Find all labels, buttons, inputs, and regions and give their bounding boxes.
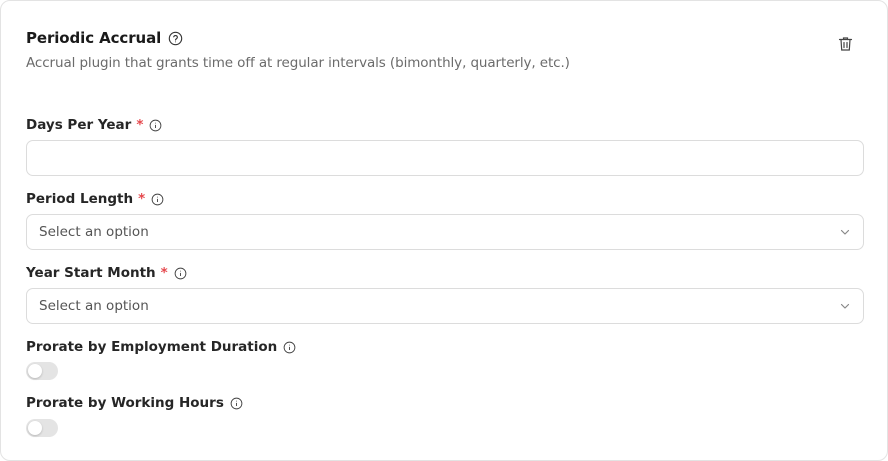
card-title: Periodic Accrual [26,29,162,47]
prorate-employment-toggle[interactable] [26,362,58,380]
info-icon[interactable] [174,267,187,280]
period-length-select[interactable]: Select an option [26,214,864,250]
chevron-down-icon [839,226,851,238]
days-per-year-label: Days Per Year * [26,116,162,134]
info-icon[interactable] [149,119,162,132]
delete-button[interactable] [837,35,854,53]
trash-icon [838,36,853,52]
period-length-value: Select an option [39,224,149,240]
card-header: Periodic Accrual Accrual plugin that gra… [26,27,570,71]
required-asterisk: * [138,191,146,207]
days-per-year-input[interactable] [26,140,864,176]
prorate-hours-label: Prorate by Working Hours [26,394,243,412]
periodic-accrual-card: Periodic Accrual Accrual plugin that gra… [0,0,888,461]
info-icon[interactable] [230,397,243,410]
info-icon[interactable] [151,193,164,206]
required-asterisk: * [160,265,168,281]
card-description: Accrual plugin that grants time off at r… [26,55,570,71]
year-start-month-label: Year Start Month * [26,264,187,282]
year-start-month-select[interactable]: Select an option [26,288,864,324]
chevron-down-icon [839,300,851,312]
year-start-month-value: Select an option [39,298,149,314]
question-circle-icon[interactable] [168,31,183,46]
info-icon[interactable] [283,341,296,354]
toggle-knob [28,421,42,435]
required-asterisk: * [136,117,144,133]
prorate-hours-toggle[interactable] [26,419,58,437]
toggle-knob [28,364,42,378]
prorate-employment-label: Prorate by Employment Duration [26,338,296,356]
period-length-label: Period Length * [26,190,164,208]
